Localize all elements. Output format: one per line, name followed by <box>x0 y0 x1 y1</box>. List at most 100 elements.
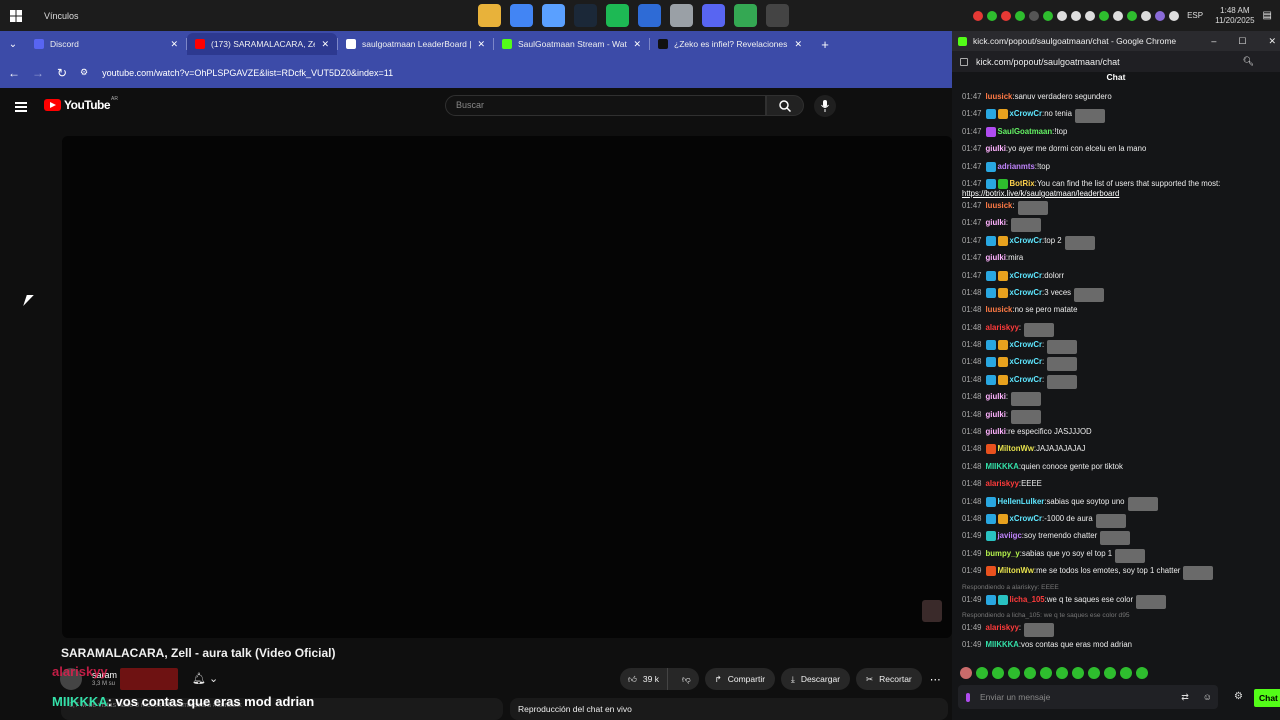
message-username[interactable]: giulki <box>986 392 1006 402</box>
message-username[interactable]: giulki <box>986 144 1006 154</box>
message-username[interactable]: xCrowCr <box>1010 375 1043 385</box>
browser-tab[interactable]: SaulGoatmaan Stream - Watch ✕ <box>494 33 649 55</box>
chat-emote-image[interactable] <box>1074 287 1105 302</box>
tab-search-chevron-icon[interactable]: ⌄ <box>0 39 26 50</box>
message-username[interactable]: giulki <box>986 410 1006 420</box>
tab-close-icon[interactable]: ✕ <box>477 39 485 50</box>
volume-icon[interactable] <box>1113 10 1124 21</box>
chat-input[interactable]: Enviar un mensaje ⇄ ☺ <box>958 685 1218 709</box>
user-badge-icon[interactable] <box>997 513 1008 524</box>
tray-app-icon[interactable] <box>1127 10 1138 21</box>
tray-app-icon[interactable] <box>987 10 998 21</box>
message-username[interactable]: xCrowCr <box>1010 271 1043 281</box>
voice-search-button[interactable] <box>814 95 836 117</box>
bluetooth-icon[interactable] <box>1071 10 1082 21</box>
share-button[interactable]: ↱ Compartir <box>704 668 776 690</box>
message-username[interactable]: xCrowCr <box>1010 340 1043 350</box>
message-username[interactable]: luusick <box>986 201 1013 211</box>
taskbar-window-label[interactable]: Vínculos <box>44 11 79 21</box>
chat-settings-gear-icon[interactable]: ⚙ <box>1234 691 1243 702</box>
address-bar[interactable]: youtube.com/watch?v=OhPLSPGAVZE&list=RDc… <box>102 68 393 78</box>
chat-emote-image[interactable] <box>1047 374 1078 389</box>
tab-close-icon[interactable]: ✕ <box>633 39 641 50</box>
windows-start-button[interactable] <box>0 0 32 31</box>
chat-emote-image[interactable] <box>1047 357 1078 372</box>
message-username[interactable]: xCrowCr <box>1010 357 1043 367</box>
chat-emote-image[interactable] <box>1115 548 1146 563</box>
chat-message-list[interactable]: 01:47 luusick: sanuv verdadero segundero 0… <box>952 90 1280 660</box>
user-badge-icon[interactable] <box>985 178 996 189</box>
message-username[interactable]: licha_105 <box>1010 595 1045 605</box>
user-badge-icon[interactable] <box>997 340 1008 351</box>
chat-emote-image[interactable] <box>1064 235 1095 250</box>
maximize-icon[interactable]: ☐ <box>1238 36 1246 47</box>
message-username[interactable]: alariskyy <box>986 623 1019 633</box>
tray-app-icon[interactable] <box>1057 10 1068 21</box>
user-badge-icon[interactable] <box>997 235 1008 246</box>
quick-emote-icon[interactable] <box>1008 667 1020 679</box>
live-chat-replay-toggle[interactable]: Reproducción del chat en vivo <box>510 698 948 720</box>
chat-emote-image[interactable] <box>1095 513 1126 528</box>
clip-button[interactable]: ✂ Recortar <box>856 668 922 690</box>
message-username[interactable]: xCrowCr <box>1010 236 1043 246</box>
message-username[interactable]: giulki <box>986 427 1006 437</box>
message-username[interactable]: luusick <box>986 305 1013 315</box>
tab-close-icon[interactable]: ✕ <box>170 39 178 50</box>
user-badge-icon[interactable] <box>985 444 996 455</box>
like-button[interactable]: 👍︎ 39 k <box>620 668 668 690</box>
user-badge-icon[interactable] <box>985 496 996 507</box>
message-username[interactable]: HellenLulker <box>998 497 1045 507</box>
user-badge-icon[interactable] <box>985 340 996 351</box>
tray-app-icon[interactable] <box>1001 10 1012 21</box>
message-link[interactable]: https://botrix.live/k/saulgoatmaan/leade… <box>962 189 1272 199</box>
chat-emote-image[interactable] <box>1024 322 1055 337</box>
tab-close-icon[interactable]: ✕ <box>321 39 329 50</box>
openai-icon[interactable] <box>766 4 789 27</box>
browser-tab[interactable]: saulgoatmaan LeaderBoard | Tl ✕ <box>338 33 493 55</box>
quick-emote-icon[interactable] <box>1024 667 1036 679</box>
message-username[interactable]: MIIKKKA <box>986 462 1019 472</box>
chat-emote-image[interactable] <box>1136 594 1167 609</box>
chat-send-button[interactable]: Chat <box>1254 689 1280 707</box>
user-badge-icon[interactable] <box>985 235 996 246</box>
message-username[interactable]: alariskyy <box>986 323 1019 333</box>
message-username[interactable]: giulki <box>986 218 1006 228</box>
forward-arrow-icon[interactable]: → <box>26 66 50 80</box>
discord-icon[interactable] <box>702 4 725 27</box>
minimize-icon[interactable]: – <box>1211 36 1216 47</box>
browser-tab[interactable]: Discord ✕ <box>26 33 186 55</box>
emoji-icon[interactable]: ☺ <box>1203 692 1212 703</box>
store-icon[interactable] <box>638 4 661 27</box>
tab-close-icon[interactable]: ✕ <box>794 39 802 50</box>
tray-app-icon[interactable] <box>1029 10 1040 21</box>
chat-emote-image[interactable] <box>1017 200 1048 215</box>
taskbar-clock[interactable]: 1:48 AM 11/20/2025 <box>1215 6 1254 26</box>
user-badge-icon[interactable] <box>997 374 1008 385</box>
chrome-icon[interactable] <box>510 4 533 27</box>
quick-emote-icon[interactable] <box>1136 667 1148 679</box>
chat-emote-image[interactable] <box>1100 531 1131 546</box>
user-badge-icon[interactable] <box>985 109 996 120</box>
user-badge-icon[interactable] <box>985 594 996 605</box>
user-badge-icon[interactable] <box>997 109 1008 120</box>
more-options-icon[interactable]: ⋯ <box>930 673 941 686</box>
user-badge-icon[interactable] <box>985 161 996 172</box>
tray-app-icon[interactable] <box>1099 10 1110 21</box>
message-username[interactable]: xCrowCr <box>1010 288 1043 298</box>
message-username[interactable]: xCrowCr <box>1010 514 1043 524</box>
notification-bell-icon[interactable]: 🔔︎ ⌄ <box>192 672 218 685</box>
tray-app-icon[interactable] <box>1015 10 1026 21</box>
mic-icon[interactable] <box>1085 10 1096 21</box>
message-username[interactable]: giulki <box>986 253 1006 263</box>
zoom-icon[interactable]: 🔍︎ <box>1243 56 1254 67</box>
user-badge-icon[interactable] <box>985 357 996 368</box>
quick-emote-icon[interactable] <box>1040 667 1052 679</box>
quick-emote-icon[interactable] <box>1056 667 1068 679</box>
keyboard-language[interactable]: ESP <box>1187 11 1203 20</box>
message-username[interactable]: bumpy_y <box>986 549 1020 559</box>
chat-emote-image[interactable] <box>1024 622 1055 637</box>
quick-emote-icon[interactable] <box>976 667 988 679</box>
hamburger-menu-icon[interactable] <box>15 100 27 114</box>
user-badge-icon[interactable] <box>985 287 996 298</box>
photos-icon[interactable] <box>670 4 693 27</box>
